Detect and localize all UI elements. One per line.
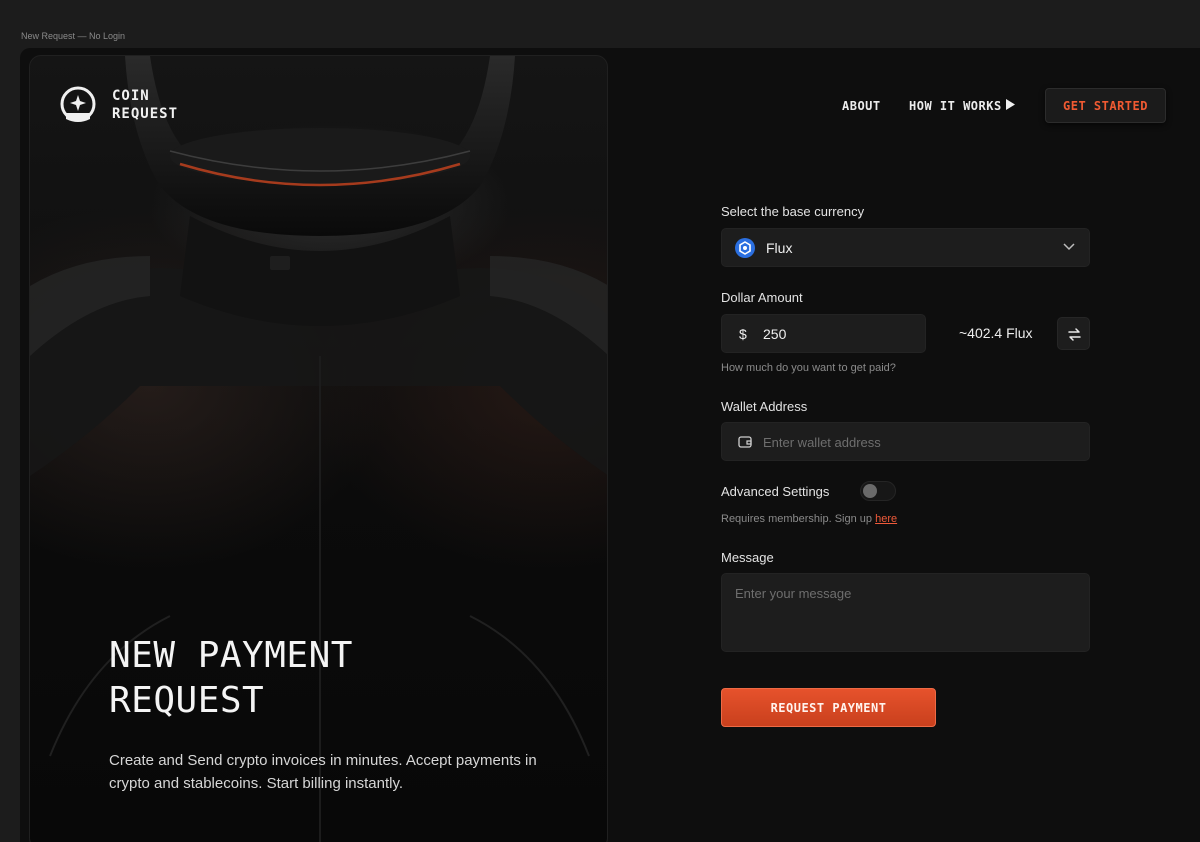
wallet-address-input[interactable] (763, 432, 1073, 452)
converted-amount: ~402.4 Flux (959, 325, 1033, 341)
brand-line-1: COIN (112, 88, 150, 104)
frame-label: New Request — No Login (21, 31, 126, 41)
brand-line-2: REQUEST (112, 106, 179, 122)
astronaut-illustration (30, 56, 607, 842)
hero-description: Create and Send crypto invoices in minut… (109, 752, 537, 792)
chevron-down-icon (1063, 243, 1075, 251)
page-title-line-1: NEW PAYMENT (109, 635, 353, 676)
message-label: Message (721, 550, 774, 565)
brand-name: COIN REQUEST (112, 87, 178, 123)
advanced-settings-toggle[interactable] (860, 481, 896, 501)
wallet-icon (738, 436, 752, 448)
signup-link[interactable]: here (875, 513, 897, 525)
get-started-button[interactable]: GET STARTED (1045, 88, 1166, 123)
dollar-sign: $ (739, 326, 747, 342)
page-title-line-2: REQUEST (109, 680, 265, 721)
wallet-field[interactable] (721, 422, 1090, 461)
amount-label: Dollar Amount (721, 290, 803, 305)
amount-field[interactable]: $ (721, 314, 926, 353)
amount-input[interactable] (763, 324, 913, 344)
brand[interactable]: COIN REQUEST (58, 85, 178, 125)
nav-how-it-works[interactable]: HOW IT WORKS (909, 99, 1002, 113)
currency-value: Flux (766, 240, 793, 256)
currency-select[interactable]: Flux (721, 228, 1090, 267)
currency-label: Select the base currency (721, 204, 865, 219)
play-icon[interactable] (1005, 98, 1016, 111)
membership-hint: Requires membership. Sign up here (721, 513, 897, 525)
hero-panel: COIN REQUEST NEW PAYMENT REQUEST Create … (29, 55, 608, 842)
wallet-label: Wallet Address (721, 399, 808, 414)
message-field[interactable] (721, 573, 1090, 652)
message-input[interactable] (735, 586, 1075, 642)
flux-coin-icon (735, 238, 755, 258)
membership-text: Requires membership. Sign up (721, 513, 876, 525)
toggle-knob (863, 484, 877, 498)
page-title: NEW PAYMENT REQUEST (109, 633, 509, 723)
astronaut-helmet-icon (60, 86, 96, 122)
advanced-settings-label: Advanced Settings (721, 484, 830, 499)
request-payment-button[interactable]: REQUEST PAYMENT (721, 688, 936, 727)
swap-button[interactable] (1057, 317, 1090, 350)
amount-hint: How much do you want to get paid? (721, 362, 896, 374)
nav-about[interactable]: ABOUT (842, 99, 881, 113)
swap-icon (1068, 328, 1081, 341)
